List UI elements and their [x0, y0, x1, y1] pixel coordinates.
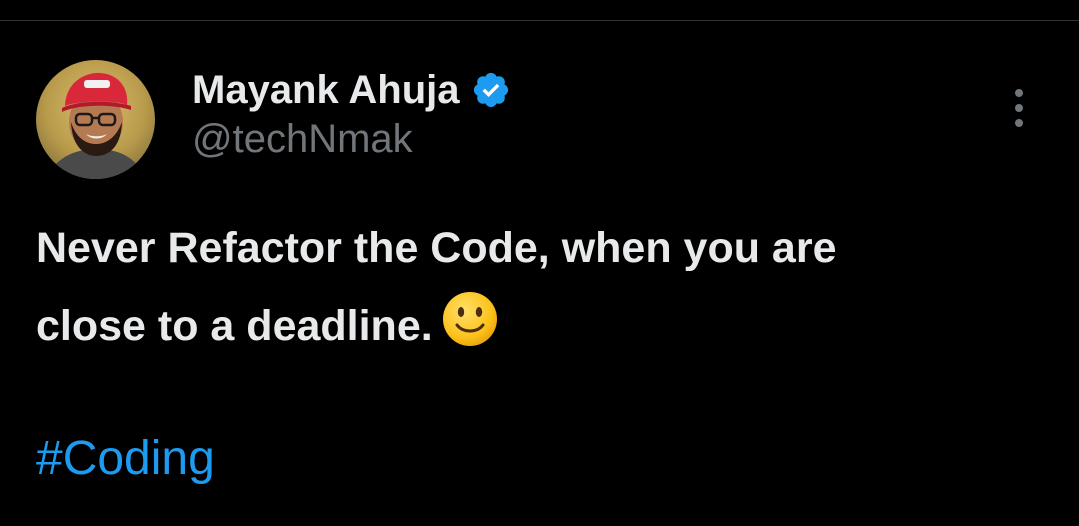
tweet-text-line-1: Never Refactor the Code, when you are: [36, 224, 837, 272]
more-options-icon: [1015, 89, 1023, 127]
avatar[interactable]: [36, 60, 155, 179]
author-display-name[interactable]: Mayank Ahuja: [192, 65, 459, 115]
more-options-button[interactable]: [1005, 86, 1033, 130]
author-block: Mayank Ahuja @techNmak: [192, 65, 511, 163]
verified-badge-icon: [471, 70, 511, 110]
hashtag-link[interactable]: #Coding: [36, 429, 215, 489]
tweet-card[interactable]: Mayank Ahuja @techNmak Never Refactor th…: [0, 21, 1079, 526]
slightly-smiling-face-icon: [441, 290, 499, 348]
tweet-text: Never Refactor the Code, when you are cl…: [36, 209, 1056, 365]
author-handle[interactable]: @techNmak: [192, 115, 511, 163]
author-name-row[interactable]: Mayank Ahuja: [192, 65, 511, 115]
tweet-text-line-2: close to a deadline.: [36, 302, 433, 350]
profile-photo-icon: [36, 60, 155, 179]
